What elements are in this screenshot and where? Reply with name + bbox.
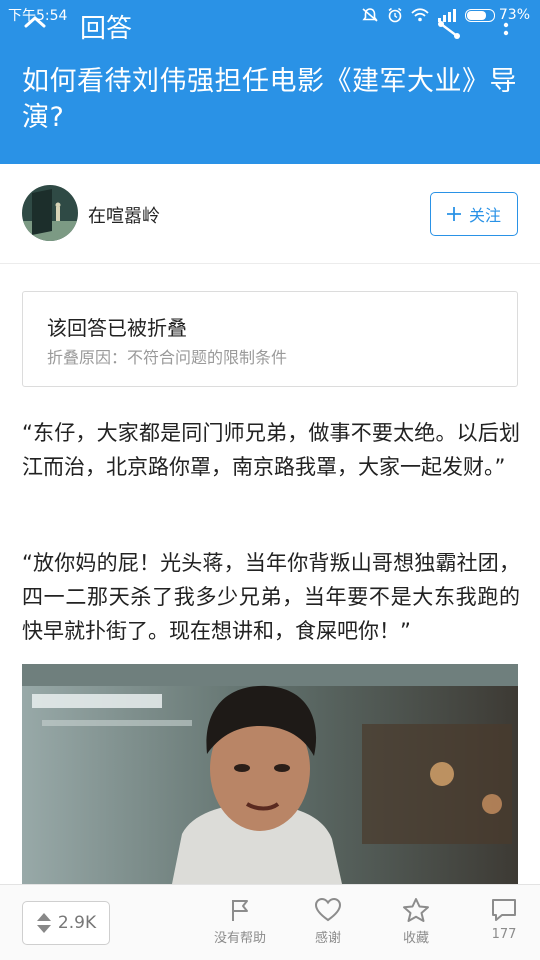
unhelpful-label: 没有帮助 xyxy=(213,931,266,946)
avatar[interactable] xyxy=(22,185,78,241)
comment-count: 177 xyxy=(491,927,517,942)
follow-button[interactable]: 关注 xyxy=(430,192,518,236)
heart-icon xyxy=(314,897,342,922)
plus-icon xyxy=(446,207,461,221)
flag-icon xyxy=(232,900,248,921)
follow-label: 关注 xyxy=(468,206,501,225)
app-bar-title: 回答 xyxy=(80,14,133,44)
collect-button[interactable]: 收藏 xyxy=(381,897,451,946)
vote-arrows-icon xyxy=(36,913,51,933)
collect-label: 收藏 xyxy=(402,931,429,946)
folded-title: 该回答已被折叠 xyxy=(47,316,187,340)
back-chevron-icon[interactable] xyxy=(24,16,46,28)
answer-paragraph: “放你妈的屁！光头蒋，当年你背叛山哥想独霸社团，四一二那天杀了我多少兄弟，当年要… xyxy=(22,551,520,643)
more-options-icon[interactable] xyxy=(502,22,510,36)
folded-notice: 该回答已被折叠 折叠原因：不符合问题的限制条件 xyxy=(22,291,518,387)
thanks-label: 感谢 xyxy=(314,931,341,946)
share-icon[interactable] xyxy=(436,20,462,40)
vote-count: 2.9K xyxy=(57,913,97,933)
author-name[interactable]: 在喧嚣岭 xyxy=(88,202,160,228)
unhelpful-button[interactable]: 没有帮助 xyxy=(205,897,275,946)
answer-paragraph: “东仔，大家都是同门师兄弟，做事不要太绝。以后划江而治，北京路你罩，南京路我罩，… xyxy=(22,421,520,479)
bottom-toolbar: 2.9K 没有帮助 感谢 收藏 177 xyxy=(0,884,540,960)
folded-reason: 折叠原因：不符合问题的限制条件 xyxy=(47,348,288,367)
thanks-button[interactable]: 感谢 xyxy=(293,897,363,946)
star-icon xyxy=(403,898,429,922)
answer-image[interactable] xyxy=(22,664,518,884)
comment-icon xyxy=(492,899,516,921)
vote-button[interactable]: 2.9K xyxy=(22,901,110,945)
app-bar: 回答 xyxy=(0,4,540,44)
author-row: 在喧嚣岭 关注 xyxy=(0,164,540,264)
header: 下午5:54 73% 回答 如何看待刘伟强担任电影《建军大业》导演? xyxy=(0,0,540,164)
comment-button[interactable]: 177 xyxy=(469,897,539,942)
question-title[interactable]: 如何看待刘伟强担任电影《建军大业》导演? xyxy=(22,64,522,136)
